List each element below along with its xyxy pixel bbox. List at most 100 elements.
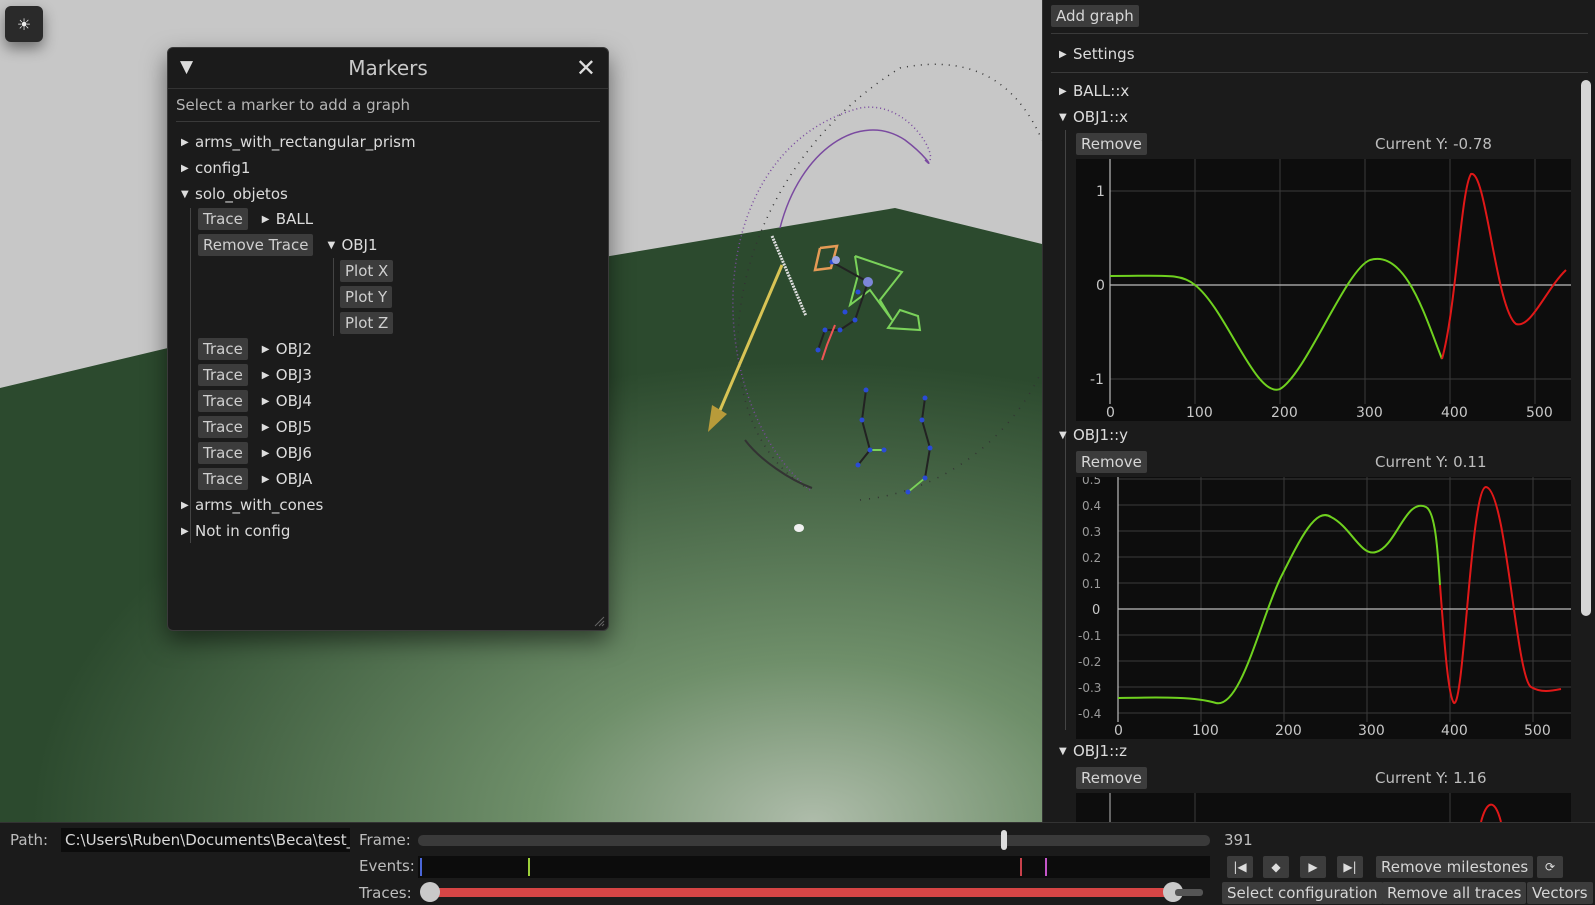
ytick: 0.5 bbox=[1082, 477, 1101, 487]
trace-button[interactable]: Trace bbox=[198, 416, 248, 438]
graph-header-ball-x[interactable]: ▶ BALL::x bbox=[1059, 82, 1129, 100]
graph-obj1-x[interactable]: 1 0 -1 0 100 200 300 400 500 bbox=[1076, 159, 1571, 421]
remove-graph-button[interactable]: Remove bbox=[1076, 133, 1147, 155]
plot-x-button[interactable]: Plot X bbox=[340, 260, 394, 282]
marker-label[interactable]: BALL bbox=[276, 210, 313, 228]
chevron-right-icon: ▶ bbox=[181, 525, 189, 537]
xtick: 500 bbox=[1526, 405, 1553, 421]
ytick: 1 bbox=[1096, 184, 1105, 200]
frame-slider-handle[interactable] bbox=[1001, 830, 1008, 850]
trace-button[interactable]: Trace bbox=[198, 338, 248, 360]
plot-y-button[interactable]: Plot Y bbox=[340, 286, 393, 308]
trace-button[interactable]: Trace bbox=[198, 208, 248, 230]
select-configuration-button[interactable]: Select configuration bbox=[1222, 882, 1383, 904]
ball-marker bbox=[794, 524, 804, 532]
xtick: 0 bbox=[1114, 723, 1123, 739]
ytick: 0 bbox=[1092, 603, 1100, 618]
graph-header-obj1-z[interactable]: ▼ OBJ1::z bbox=[1059, 742, 1127, 760]
marker-label[interactable]: OBJA bbox=[276, 470, 313, 488]
tree-item-arms-with-rectangular-prism[interactable]: ▶ arms_with_rectangular_prism bbox=[181, 131, 416, 153]
tree-item-label: Not in config bbox=[195, 522, 291, 540]
remove-all-traces-button[interactable]: Remove all traces bbox=[1382, 882, 1527, 904]
traces-label: Traces: bbox=[359, 884, 412, 902]
remove-trace-button[interactable]: Remove Trace bbox=[198, 234, 314, 256]
graph-panel: Add graph ▶ Settings ▶ BALL::x ▼ OBJ1::x Re… bbox=[1042, 0, 1595, 823]
sun-icon[interactable]: ☀ bbox=[5, 6, 43, 42]
trace-button[interactable]: Trace bbox=[198, 468, 248, 490]
marker-label[interactable]: OBJ5 bbox=[276, 418, 312, 436]
xtick: 500 bbox=[1524, 723, 1551, 739]
chevron-right-icon: ▶ bbox=[261, 369, 270, 381]
graph-obj1-z[interactable] bbox=[1076, 793, 1571, 823]
current-y-readout: Current Y: 0.11 bbox=[1375, 453, 1487, 471]
marker-row-obj1: Remove Trace ▼ OBJ1 bbox=[198, 234, 378, 256]
divider bbox=[1051, 72, 1588, 73]
frame-slider[interactable] bbox=[418, 830, 1210, 850]
tree-item-label: solo_objetos bbox=[195, 185, 288, 203]
path-input[interactable]: C:\Users\Ruben\Documents\Beca\test_ bbox=[61, 828, 350, 852]
graph-obj1-y[interactable]: 0.5 0.4 0.3 0.2 0.1 0 -0.1 -0.2 -0.3 -0.… bbox=[1076, 473, 1571, 739]
graph-header-obj1-x[interactable]: ▼ OBJ1::x bbox=[1059, 108, 1128, 126]
series-red bbox=[1480, 803, 1502, 823]
events-timeline[interactable] bbox=[418, 856, 1210, 878]
sun-glyph: ☀ bbox=[16, 14, 32, 34]
chevron-right-icon: ▶ bbox=[1059, 48, 1067, 60]
traces-slider-start-handle[interactable] bbox=[420, 882, 440, 902]
vectors-button[interactable]: Vectors bbox=[1527, 882, 1593, 904]
traces-range-slider[interactable] bbox=[420, 882, 1183, 902]
graph-header-obj1-y[interactable]: ▼ OBJ1::y bbox=[1059, 426, 1128, 444]
skip-forward-icon[interactable]: ▶| bbox=[1337, 856, 1363, 878]
tree-item-arms-with-cones[interactable]: ▶ arms_with_cones bbox=[181, 494, 323, 516]
tree-item-config1[interactable]: ▶ config1 bbox=[181, 157, 250, 179]
refresh-icon[interactable]: ⟳ bbox=[1537, 856, 1563, 878]
chevron-right-icon: ▶ bbox=[261, 447, 270, 459]
ytick: -1 bbox=[1090, 372, 1104, 388]
event-marker-red[interactable] bbox=[1020, 858, 1022, 876]
event-marker-blue[interactable] bbox=[420, 858, 422, 876]
settings-toggle[interactable]: ▶ Settings bbox=[1059, 45, 1135, 63]
xtick: 100 bbox=[1186, 405, 1213, 421]
tree-item-not-in-config[interactable]: ▶ Not in config bbox=[181, 520, 290, 542]
graph-obj1-y-plot[interactable]: 0.5 0.4 0.3 0.2 0.1 0 -0.1 -0.2 -0.3 -0.… bbox=[1076, 473, 1571, 739]
milestone-icon[interactable]: ◆ bbox=[1263, 856, 1289, 878]
remove-graph-button[interactable]: Remove bbox=[1076, 767, 1147, 789]
graph-title: BALL::x bbox=[1073, 82, 1130, 100]
resize-grip-icon[interactable] bbox=[593, 615, 605, 627]
marker-label[interactable]: OBJ6 bbox=[276, 444, 312, 462]
panel-scrollbar[interactable] bbox=[1581, 80, 1591, 616]
chevron-down-icon: ▼ bbox=[181, 188, 189, 200]
tree-item-solo-objetos[interactable]: ▼ solo_objetos bbox=[181, 183, 288, 205]
trace-button[interactable]: Trace bbox=[198, 442, 248, 464]
chevron-right-icon: ▶ bbox=[261, 473, 270, 485]
ytick: -0.2 bbox=[1078, 655, 1101, 669]
trace-button[interactable]: Trace bbox=[198, 390, 248, 412]
remove-graph-button[interactable]: Remove bbox=[1076, 451, 1147, 473]
marker-row-ball: Trace ▶ BALL bbox=[198, 208, 313, 230]
marker-label[interactable]: OBJ4 bbox=[276, 392, 312, 410]
trace-button[interactable]: Trace bbox=[198, 364, 248, 386]
marker-row-obj5: Trace ▶ OBJ5 bbox=[198, 416, 312, 438]
skip-back-icon[interactable]: |◀ bbox=[1227, 856, 1253, 878]
chevron-right-icon: ▶ bbox=[261, 395, 270, 407]
chevron-right-icon: ▶ bbox=[181, 136, 189, 148]
graph-obj1-z-plot[interactable] bbox=[1076, 793, 1571, 823]
markers-title-bar[interactable]: ▼ Markers ✕ bbox=[168, 48, 608, 89]
marker-label[interactable]: OBJ3 bbox=[276, 366, 312, 384]
collapse-triangle-icon[interactable]: ▼ bbox=[180, 57, 193, 77]
plot-z-row: Plot Z bbox=[340, 312, 394, 334]
event-marker-green[interactable] bbox=[528, 858, 530, 876]
xtick: 200 bbox=[1271, 405, 1298, 421]
markers-window[interactable]: ▼ Markers ✕ Select a marker to add a gra… bbox=[167, 47, 609, 631]
remove-milestones-button[interactable]: Remove milestones bbox=[1376, 856, 1534, 878]
add-graph-button[interactable]: Add graph bbox=[1051, 5, 1139, 27]
graph-title: OBJ1::x bbox=[1073, 108, 1129, 126]
plot-z-button[interactable]: Plot Z bbox=[340, 312, 394, 334]
graph-obj1-x-plot[interactable]: 1 0 -1 0 100 200 300 400 500 bbox=[1076, 159, 1571, 421]
marker-label[interactable]: OBJ1 bbox=[341, 236, 377, 254]
close-icon[interactable]: ✕ bbox=[576, 54, 596, 82]
ytick: 0.3 bbox=[1082, 525, 1101, 539]
event-marker-magenta[interactable] bbox=[1045, 858, 1047, 876]
marker-label[interactable]: OBJ2 bbox=[276, 340, 312, 358]
xtick: 300 bbox=[1356, 405, 1383, 421]
play-icon[interactable]: ▶ bbox=[1300, 856, 1326, 878]
